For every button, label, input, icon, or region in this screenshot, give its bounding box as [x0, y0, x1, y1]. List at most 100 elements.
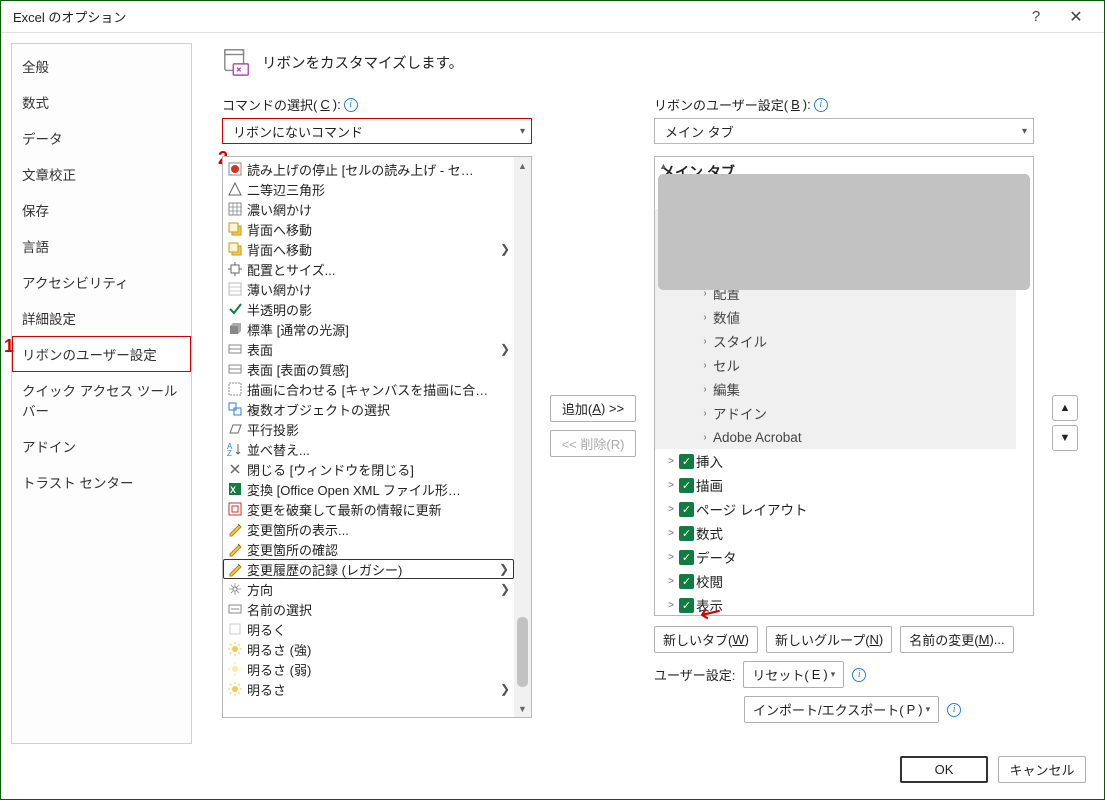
command-item[interactable]: 描画に合わせる [キャンバスを描画に合… — [223, 379, 514, 399]
command-label: 変換 [Office Open XML ファイル形… — [247, 480, 510, 499]
scroll-up-icon[interactable]: ▲ — [514, 157, 531, 174]
expand-icon[interactable]: > — [665, 600, 677, 611]
sidebar-item-qat[interactable]: クイック アクセス ツール バー — [12, 372, 191, 428]
dialog-body: 1 2 全般 数式 データ 文章校正 保存 言語 アクセシビリティ 詳細設定 リ… — [1, 33, 1104, 744]
sidebar-item-trust-center[interactable]: トラスト センター — [12, 464, 191, 500]
scrollbar[interactable]: ▲ ▼ — [514, 157, 531, 717]
expand-icon[interactable]: > — [665, 456, 677, 467]
ribbon-column: リボンのユーザー設定(B): i メイン タブ▾ メイン タブ>✓背景の削除⌄✓… — [654, 95, 1034, 723]
command-item[interactable]: 平行投影 — [223, 419, 514, 439]
expand-icon[interactable]: > — [665, 576, 677, 587]
command-item[interactable]: 二等辺三角形 — [223, 179, 514, 199]
scroll-thumb[interactable] — [517, 617, 528, 687]
command-item[interactable]: 背面へ移動 — [223, 219, 514, 239]
info-icon[interactable]: i — [852, 668, 866, 682]
expand-icon[interactable]: › — [699, 336, 711, 347]
tree-row[interactable]: >✓描画 — [659, 473, 1012, 497]
command-item[interactable]: 半透明の影 — [223, 299, 514, 319]
command-item[interactable]: X変換 [Office Open XML ファイル形… — [223, 479, 514, 499]
command-item[interactable]: 閉じる [ウィンドウを閉じる] — [223, 459, 514, 479]
command-item[interactable]: 変更箇所の確認 — [223, 539, 514, 559]
checkbox[interactable]: ✓ — [679, 574, 694, 589]
command-item[interactable]: 配置とサイズ... — [223, 259, 514, 279]
expand-icon[interactable]: › — [699, 384, 711, 395]
command-item[interactable]: 変更履歴の記録 (レガシー)❯ — [223, 559, 514, 579]
close-button[interactable]: ✕ — [1056, 2, 1096, 32]
expand-icon[interactable]: › — [699, 312, 711, 323]
command-item[interactable]: 標準 [通常の光源] — [223, 319, 514, 339]
tree-row-group[interactable]: ›アドイン — [655, 401, 1012, 425]
command-item[interactable]: AZ並べ替え... — [223, 439, 514, 459]
command-item[interactable]: 薄い網かけ — [223, 279, 514, 299]
sidebar-item-advanced[interactable]: 詳細設定 — [12, 300, 191, 336]
expand-icon[interactable]: › — [699, 360, 711, 371]
info-icon[interactable]: i — [814, 98, 828, 112]
tree-row-group[interactable]: ›Adobe Acrobat — [655, 425, 1012, 449]
tree-row[interactable]: >✓校閲 — [659, 569, 1012, 593]
ribbon-combo[interactable]: メイン タブ▾ — [654, 118, 1034, 144]
command-item[interactable]: 複数オブジェクトの選択 — [223, 399, 514, 419]
sidebar-item-language[interactable]: 言語 — [12, 228, 191, 264]
info-icon[interactable]: i — [947, 703, 961, 717]
command-item[interactable]: 明るさ❯ — [223, 679, 514, 699]
command-item[interactable]: 表面❯ — [223, 339, 514, 359]
help-button[interactable]: ? — [1016, 2, 1056, 32]
sidebar-item-accessibility[interactable]: アクセシビリティ — [12, 264, 191, 300]
expand-icon[interactable]: › — [699, 432, 711, 443]
command-item[interactable]: 明るさ (強) — [223, 639, 514, 659]
move-up-button[interactable]: ▲ — [1052, 395, 1078, 421]
import-export-button[interactable]: インポート/エクスポート(P)▾ — [744, 696, 939, 723]
ribbon-tree[interactable]: メイン タブ>✓背景の削除⌄✓ホーム›クリップボード›フォント›配置›数値›スタ… — [654, 156, 1034, 616]
expand-icon[interactable]: › — [699, 408, 711, 419]
checkbox[interactable]: ✓ — [679, 502, 694, 517]
sidebar-item-formulas[interactable]: 数式 — [12, 84, 191, 120]
expand-icon[interactable]: > — [665, 504, 677, 515]
tree-row-group[interactable]: ›セル — [655, 353, 1012, 377]
command-item[interactable]: 名前の選択 — [223, 599, 514, 619]
checkbox[interactable]: ✓ — [679, 478, 694, 493]
command-item[interactable]: 明るく — [223, 619, 514, 639]
sidebar-item-customize-ribbon[interactable]: リボンのユーザー設定 — [12, 336, 191, 372]
checkbox[interactable]: ✓ — [679, 454, 694, 469]
tree-row[interactable]: >✓数式 — [659, 521, 1012, 545]
expand-icon[interactable]: > — [665, 480, 677, 491]
expand-icon[interactable]: > — [665, 528, 677, 539]
sidebar-item-proofing[interactable]: 文章校正 — [12, 156, 191, 192]
new-tab-button[interactable]: 新しいタブ(W) — [654, 626, 758, 653]
command-item[interactable]: 明るさ (弱) — [223, 659, 514, 679]
ok-button[interactable]: OK — [900, 756, 988, 783]
cancel-button[interactable]: キャンセル — [998, 756, 1086, 783]
checkbox[interactable]: ✓ — [679, 526, 694, 541]
tree-row-group[interactable]: ›スタイル — [655, 329, 1012, 353]
command-item[interactable]: 表面 [表面の質感] — [223, 359, 514, 379]
command-item[interactable]: 背面へ移動❯ — [223, 239, 514, 259]
scroll-thumb[interactable] — [658, 174, 1030, 290]
sidebar-item-save[interactable]: 保存 — [12, 192, 191, 228]
command-item[interactable]: 変更箇所の表示... — [223, 519, 514, 539]
commands-listbox[interactable]: 読み上げの停止 [セルの読み上げ - セ…二等辺三角形濃い網かけ背面へ移動背面へ… — [222, 156, 532, 718]
command-item[interactable]: 方向❯ — [223, 579, 514, 599]
rename-button[interactable]: 名前の変更(M)... — [900, 626, 1013, 653]
command-item[interactable]: 濃い網かけ — [223, 199, 514, 219]
sidebar-item-data[interactable]: データ — [12, 120, 191, 156]
sidebar-item-general[interactable]: 全般 — [12, 48, 191, 84]
tree-row[interactable]: >✓データ — [659, 545, 1012, 569]
checkbox[interactable]: ✓ — [679, 550, 694, 565]
tree-row[interactable]: >✓挿入 — [659, 449, 1012, 473]
reset-button[interactable]: リセット(E)▾ — [743, 661, 844, 688]
expand-icon[interactable]: > — [665, 552, 677, 563]
command-item[interactable]: 変更を破棄して最新の情報に更新 — [223, 499, 514, 519]
new-group-button[interactable]: 新しいグループ(N) — [766, 626, 892, 653]
tree-row[interactable]: >✓表示 — [659, 593, 1012, 616]
scroll-down-icon[interactable]: ▼ — [514, 700, 531, 717]
tree-row-group[interactable]: ›数値 — [655, 305, 1012, 329]
add-button[interactable]: 追加(A) >> — [550, 395, 636, 422]
tree-row-group[interactable]: ›編集 — [655, 377, 1012, 401]
info-icon[interactable]: i — [344, 98, 358, 112]
sidebar-item-addins[interactable]: アドイン — [12, 428, 191, 464]
checkbox[interactable]: ✓ — [679, 598, 694, 613]
command-item[interactable]: 読み上げの停止 [セルの読み上げ - セ… — [223, 159, 514, 179]
tree-row[interactable]: >✓ページ レイアウト — [659, 497, 1012, 521]
move-down-button[interactable]: ▼ — [1052, 425, 1078, 451]
choose-commands-combo[interactable]: リボンにないコマンド▾ — [222, 118, 532, 144]
